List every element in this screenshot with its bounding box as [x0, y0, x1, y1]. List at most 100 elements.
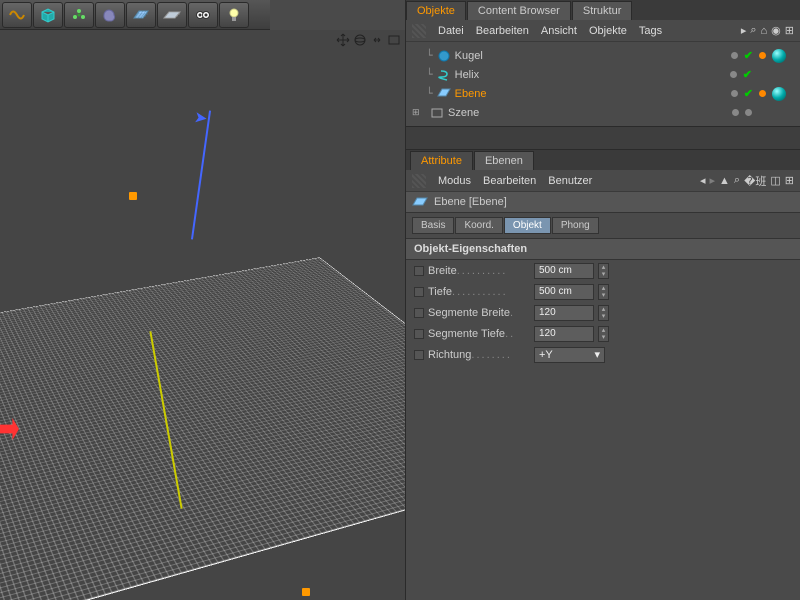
prop-label: Segmente Breite. [428, 307, 530, 319]
spinner-icon[interactable] [598, 305, 609, 321]
tree-label: Szene [448, 107, 479, 119]
lock-icon[interactable]: �班 [744, 173, 766, 189]
subtab-koord[interactable]: Koord. [455, 217, 502, 234]
prop-dropdown[interactable]: +Y▾ [534, 347, 605, 363]
tree-line: └ [426, 68, 433, 81]
grip-icon[interactable] [412, 174, 426, 188]
up-icon[interactable]: ▲ [719, 175, 730, 187]
property-list: Breite.......... Tiefe........... Segmente… [406, 260, 800, 365]
prop-input[interactable] [534, 326, 594, 342]
prop-input[interactable] [534, 305, 594, 321]
menu-modus[interactable]: Modus [438, 175, 471, 187]
tab-content-browser[interactable]: Content Browser [467, 1, 571, 20]
frame-icon[interactable] [387, 33, 401, 47]
plane-object[interactable] [0, 257, 405, 600]
eye-icon[interactable]: ◉ [771, 24, 781, 37]
menu-objekte[interactable]: Objekte [589, 25, 627, 37]
visible-check-icon[interactable]: ✔ [744, 87, 753, 100]
edge-handle[interactable] [302, 588, 310, 596]
layer-dot-icon[interactable] [730, 71, 737, 78]
arrow-icon[interactable]: ▸ [741, 24, 747, 37]
tool-boole[interactable] [95, 2, 125, 28]
prop-label: Segmente Tiefe.. [428, 328, 530, 340]
layer-dot-icon[interactable] [732, 109, 739, 116]
viewport-nav-tools [336, 30, 401, 50]
expand-icon[interactable]: ⊞ [785, 174, 794, 187]
anim-checkbox[interactable] [414, 329, 424, 339]
back-icon[interactable]: ◂ [700, 174, 706, 187]
layer-dot-icon[interactable] [731, 52, 738, 59]
tool-cloner[interactable] [64, 2, 94, 28]
spinner-icon[interactable] [598, 263, 609, 279]
tree-row-ebene[interactable]: └Ebene✔ [412, 84, 794, 103]
menu-ansicht[interactable]: Ansicht [541, 25, 577, 37]
main-toolbar [0, 0, 270, 30]
axis-z-arrow-icon: ➤ [193, 107, 209, 129]
prop-label: Breite.......... [428, 265, 530, 277]
subtab-objekt[interactable]: Objekt [504, 217, 551, 234]
tool-plane[interactable] [126, 2, 156, 28]
layer-dot-icon[interactable] [731, 90, 738, 97]
spinner-icon[interactable] [598, 326, 609, 342]
object-tree: └Kugel✔└Helix✔└Ebene✔⊞Szene [406, 42, 800, 126]
zoom-icon[interactable] [370, 33, 384, 47]
visible-check-icon[interactable]: ✔ [744, 49, 753, 62]
anim-checkbox[interactable] [414, 266, 424, 276]
objects-tab-bar: Objekte Content Browser Struktur [406, 0, 800, 20]
search-icon[interactable]: ⌕ [750, 24, 756, 37]
attributes-menubar: Modus Bearbeiten Benutzer ◂ ▸ ▲ ⌕ �班 ◫ ⊞ [406, 170, 800, 192]
prop-input[interactable] [534, 263, 594, 279]
expander-icon[interactable]: ⊞ [412, 107, 422, 118]
plane-icon [412, 196, 428, 208]
tree-row-helix[interactable]: └ Helix ✔ [412, 65, 794, 84]
prop-label: Tiefe........... [428, 286, 530, 298]
layer-dot-icon[interactable] [745, 109, 752, 116]
tab-attribute[interactable]: Attribute [410, 151, 473, 170]
viewport-3d[interactable]: ➤ [0, 30, 405, 600]
spinner-icon[interactable] [598, 284, 609, 300]
tree-flags: ✔ [731, 49, 794, 63]
subtab-basis[interactable]: Basis [412, 217, 454, 234]
prop-input[interactable] [534, 284, 594, 300]
edge-handle[interactable] [129, 192, 137, 200]
anim-checkbox[interactable] [414, 350, 424, 360]
tree-flags: ✔ [730, 68, 794, 81]
tool-floor[interactable] [157, 2, 187, 28]
section-title: Objekt-Eigenschaften [406, 238, 800, 260]
anim-checkbox[interactable] [414, 308, 424, 318]
move-icon[interactable] [336, 33, 350, 47]
panel-splitter[interactable] [406, 126, 800, 150]
menu-bearbeiten[interactable]: Bearbeiten [483, 175, 536, 187]
tab-struktur[interactable]: Struktur [572, 1, 633, 20]
chevron-down-icon: ▾ [594, 348, 600, 361]
tree-row-szene[interactable]: ⊞ Szene [412, 103, 794, 122]
tree-label: Helix [455, 69, 479, 81]
tool-deformer[interactable] [2, 2, 32, 28]
tool-cube[interactable] [33, 2, 63, 28]
grip-icon[interactable] [412, 24, 426, 38]
tab-ebenen[interactable]: Ebenen [474, 151, 534, 170]
orbit-icon[interactable] [353, 33, 367, 47]
tool-light[interactable] [219, 2, 249, 28]
prop-segmente-breite: Segmente Breite. [406, 302, 800, 323]
anim-checkbox[interactable] [414, 287, 424, 297]
fwd-icon[interactable]: ▸ [710, 174, 716, 187]
material-tag-icon[interactable] [772, 87, 786, 101]
menu-datei[interactable]: Datei [438, 25, 464, 37]
render-dot-icon[interactable] [759, 90, 766, 97]
home-icon[interactable]: ⌂ [761, 25, 768, 37]
render-dot-icon[interactable] [759, 52, 766, 59]
tool-eyes[interactable] [188, 2, 218, 28]
axis-z[interactable] [191, 110, 211, 239]
menu-tags[interactable]: Tags [639, 25, 662, 37]
menu-bearbeiten[interactable]: Bearbeiten [476, 25, 529, 37]
tab-objekte[interactable]: Objekte [406, 1, 466, 20]
subtab-phong[interactable]: Phong [552, 217, 599, 234]
new-icon[interactable]: ◫ [770, 174, 780, 187]
tree-row-kugel[interactable]: └Kugel✔ [412, 46, 794, 65]
expand-icon[interactable]: ⊞ [785, 24, 794, 37]
material-tag-icon[interactable] [772, 49, 786, 63]
search-icon[interactable]: ⌕ [734, 174, 740, 187]
visible-check-icon[interactable]: ✔ [743, 68, 752, 81]
menu-benutzer[interactable]: Benutzer [548, 175, 592, 187]
